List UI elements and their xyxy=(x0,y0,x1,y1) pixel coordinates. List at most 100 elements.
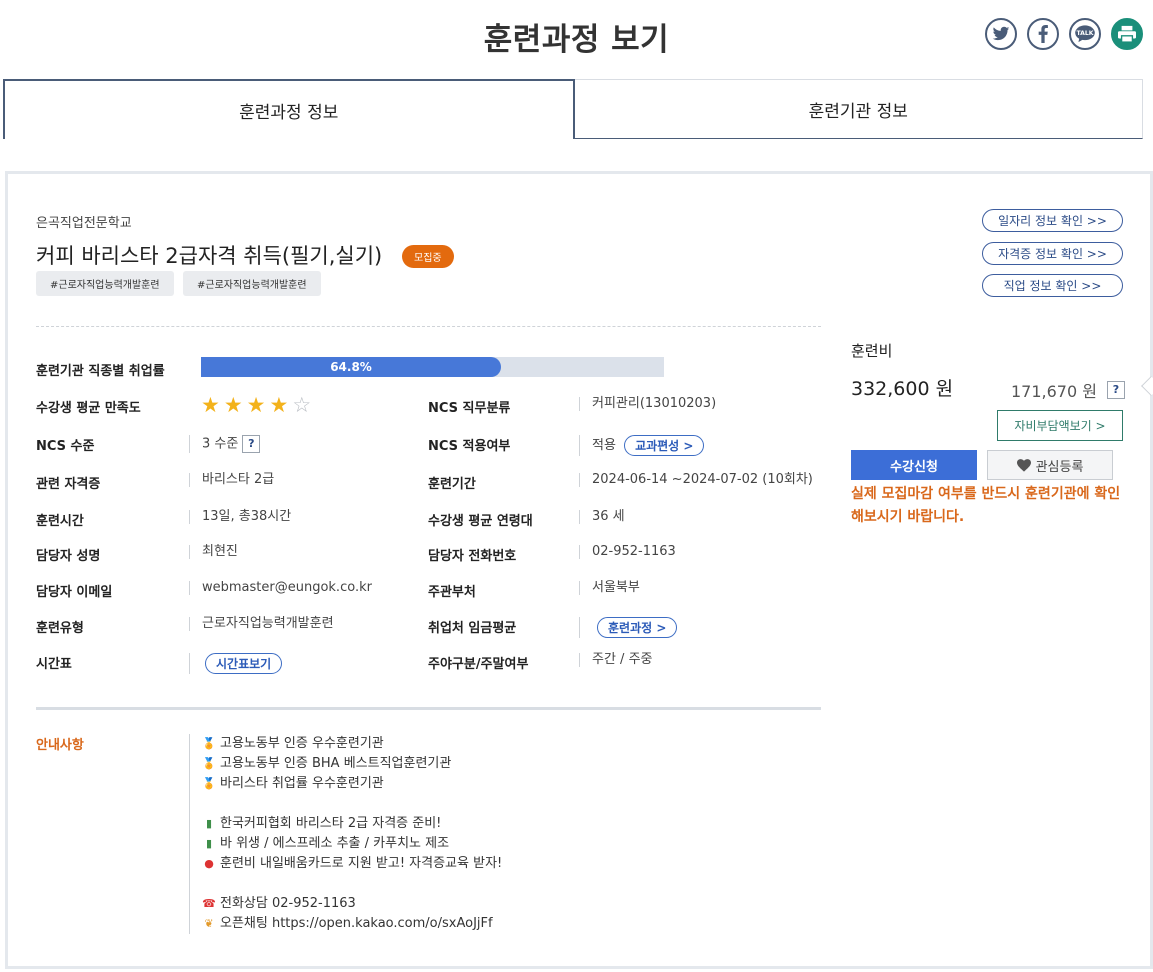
period-value: 2024-06-14 ~2024-07-02 (10회차) xyxy=(579,473,813,487)
notice-text: 오픈채팅 https://open.kakao.com/o/sxAoJjFf xyxy=(220,916,493,931)
phone-label: 담당자 전화번호 xyxy=(428,549,517,564)
notice-text: 고용노동부 인증 우수훈련기관 xyxy=(220,736,384,751)
self-pay-amount: 171,670 원 xyxy=(1011,382,1097,401)
notice-text: 훈련비 내일배움카드로 지원 받고! 자격증교육 받자! xyxy=(220,856,503,871)
print-icon[interactable] xyxy=(1111,18,1143,50)
ncs-class-value: 커피관리(13010203) xyxy=(579,397,716,411)
notice-text: 고용노동부 인증 BHA 베스트직업훈련기관 xyxy=(220,756,452,771)
cert-info-link[interactable]: 자격증 정보 확인 >> xyxy=(982,242,1123,265)
ncs-apply-value: 적용 xyxy=(592,438,616,453)
timetable-button[interactable]: 시간표보기 xyxy=(205,653,283,674)
job-info-link[interactable]: 일자리 정보 확인 >> xyxy=(982,209,1123,232)
facebook-icon[interactable] xyxy=(1027,18,1059,50)
notice-item: ❦ 오픈채팅 https://open.kakao.com/o/sxAoJjFf xyxy=(202,914,502,934)
wage-cell: 훈련과정 > xyxy=(579,617,678,638)
favorite-button[interactable]: 관심등록 xyxy=(987,450,1113,480)
hours-label: 훈련시간 xyxy=(36,514,84,529)
star-filled-icon: ★ xyxy=(246,393,266,417)
notice-text: 바 위생 / 에스프레소 추출 / 카푸치노 제조 xyxy=(220,836,450,851)
course-card: 은곡직업전문학교 커피 바리스타 2급자격 취득(필기,실기) 모집중 #근로자… xyxy=(5,171,1153,969)
notice-item: 🏅 바리스타 취업률 우수훈련기관 xyxy=(202,774,502,794)
timetable-label: 시간표 xyxy=(36,657,72,672)
occupation-info-link[interactable]: 직업 정보 확인 >> xyxy=(982,274,1123,297)
ncs-apply-label: NCS 적용여부 xyxy=(428,439,511,454)
period-label: 훈련기간 xyxy=(428,477,476,492)
institution-name: 은곡직업전문학교 xyxy=(36,216,132,231)
help-icon[interactable]: ? xyxy=(1107,380,1125,399)
svg-text:TALK: TALK xyxy=(1076,30,1093,37)
wage-label: 취업처 임금평균 xyxy=(428,621,517,636)
ncs-level-text: 3 수준 xyxy=(202,436,239,452)
pushpin-icon: ● xyxy=(204,857,214,870)
phone-value: 02-952-1163 xyxy=(579,545,676,559)
notice-label: 안내사항 xyxy=(36,738,84,753)
favorite-label: 관심등록 xyxy=(1035,459,1084,475)
notice-text: 전화상담 02-952-1163 xyxy=(220,896,356,911)
star-filled-icon: ★ xyxy=(269,393,289,417)
notice-spacer xyxy=(202,794,502,814)
notice-item: ▮ 한국커피협회 바리스타 2급 자격증 준비! xyxy=(202,814,502,834)
satisfaction-label: 수강생 평균 만족도 xyxy=(36,401,141,416)
fee-help: ? xyxy=(1103,379,1125,399)
employment-rate-label: 훈련기관 직종별 취업률 xyxy=(36,364,165,379)
course-title: 커피 바리스타 2급자격 취득(필기,실기) xyxy=(36,244,383,268)
star-empty-icon: ☆ xyxy=(292,393,312,417)
leaf-icon: ❦ xyxy=(204,917,214,930)
notice-text: 한국커피협회 바리스타 2급 자격증 준비! xyxy=(220,816,442,831)
kakaotalk-icon[interactable]: TALK xyxy=(1069,18,1101,50)
star-filled-icon: ★ xyxy=(201,393,220,417)
ncs-level-value: 3 수준? xyxy=(189,435,261,453)
status-badge: 모집중 xyxy=(402,245,454,268)
notice-item: ● 훈련비 내일배움카드로 지원 받고! 자격증교육 받자! xyxy=(202,854,502,874)
timetable-cell: 시간표보기 xyxy=(189,653,283,674)
medal-icon: 🏅 xyxy=(202,737,216,750)
notice-item: ☎ 전화상담 02-952-1163 xyxy=(202,894,502,914)
tab-label: 훈련기관 정보 xyxy=(808,101,908,122)
ncs-level-label: NCS 수준 xyxy=(36,439,95,454)
self-pay-button[interactable]: 자비부담액보기 > xyxy=(997,410,1123,441)
daynight-value: 주간 / 주중 xyxy=(579,653,653,667)
employment-rate-bar: 64.8% xyxy=(201,357,664,377)
twitter-icon[interactable] xyxy=(985,18,1017,50)
cert-value: 바리스타 2급 xyxy=(189,473,274,487)
email-value: webmaster@eungok.co.kr xyxy=(189,581,372,595)
notice-spacer xyxy=(202,874,502,894)
books-icon: ▮ xyxy=(205,817,213,830)
tab-bar: 훈련과정 정보 훈련기관 정보 xyxy=(3,79,1143,139)
notice-item: 🏅 고용노동부 인증 BHA 베스트직업훈련기관 xyxy=(202,754,502,774)
page-title: 훈련과정 보기 xyxy=(483,22,670,58)
tag-chip[interactable]: #근로자직업능력개발훈련 xyxy=(183,271,321,296)
divider xyxy=(36,326,821,327)
employment-rate-value: 64.8% xyxy=(330,360,372,374)
manager-label: 담당자 성명 xyxy=(36,549,101,564)
hours-value: 13일, 총38시간 xyxy=(189,510,291,524)
star-filled-icon: ★ xyxy=(223,393,243,417)
tab-course-info[interactable]: 훈련과정 정보 xyxy=(3,79,575,139)
divider xyxy=(36,707,821,710)
help-icon[interactable]: ? xyxy=(242,435,261,453)
curriculum-button[interactable]: 교과편성 > xyxy=(624,435,705,456)
books-icon: ▮ xyxy=(205,837,213,850)
tag-chip[interactable]: #근로자직업능력개발훈련 xyxy=(36,271,174,296)
notice-item: ▮ 바 위생 / 에스프레소 추출 / 카푸치노 제조 xyxy=(202,834,502,854)
satisfaction-stars: ★ ★ ★ ★ ☆ xyxy=(201,394,311,416)
age-value: 36 세 xyxy=(579,510,625,524)
tab-institution-info[interactable]: 훈련기관 정보 xyxy=(574,79,1143,139)
medal-icon: 🏅 xyxy=(202,777,216,790)
tooltip-arrow xyxy=(1141,376,1153,396)
type-value: 근로자직업능력개발훈련 xyxy=(189,617,334,631)
fee-price: 332,600 원 xyxy=(851,378,954,400)
tab-label: 훈련과정 정보 xyxy=(239,102,339,123)
fee-label: 훈련비 xyxy=(851,342,893,360)
employment-rate-fill: 64.8% xyxy=(201,357,502,377)
heart-icon xyxy=(1016,458,1031,472)
apply-button[interactable]: 수강신청 xyxy=(851,450,977,480)
deadline-warning: 실제 모집마감 여부를 반드시 훈련기관에 확인해보시기 바랍니다. xyxy=(851,486,1121,525)
cert-label: 관련 자격증 xyxy=(36,477,101,492)
type-label: 훈련유형 xyxy=(36,621,84,636)
notice-text: 바리스타 취업률 우수훈련기관 xyxy=(220,776,384,791)
medal-icon: 🏅 xyxy=(202,757,216,770)
course-wage-button[interactable]: 훈련과정 > xyxy=(597,617,678,638)
manager-value: 최현진 xyxy=(189,545,238,559)
share-bar: TALK xyxy=(985,18,1143,50)
